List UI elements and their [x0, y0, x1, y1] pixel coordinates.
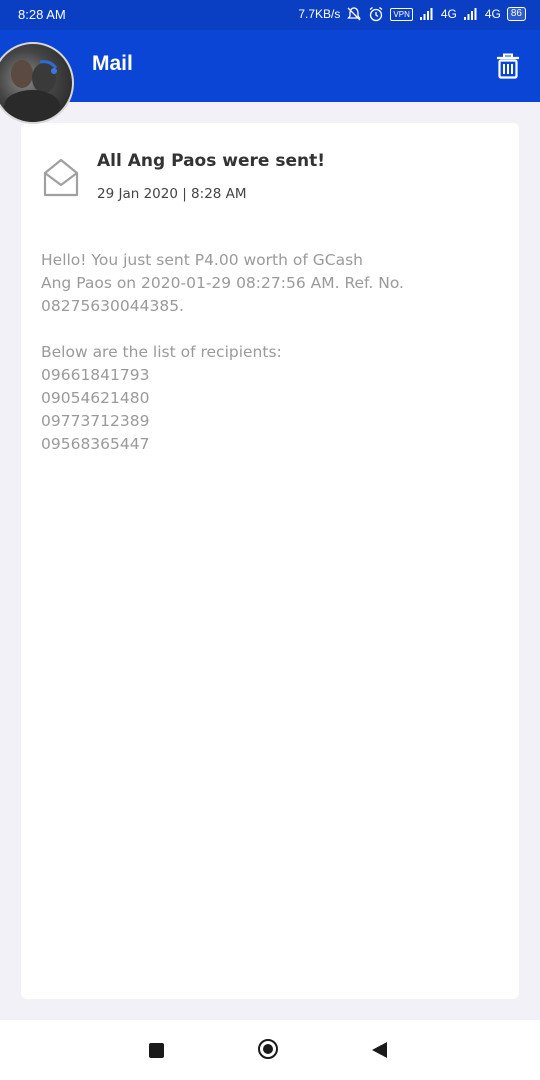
alarm-icon	[369, 6, 383, 22]
avatar[interactable]	[0, 42, 74, 124]
status-bar: 8:28 AM 7.7KB/s VPN 4G 4G 86	[0, 0, 540, 30]
mail-body: Hello! You just sent P4.00 worth of GCas…	[41, 249, 501, 456]
avatar-photo	[4, 60, 60, 122]
app-bar: Mail	[0, 30, 540, 102]
home-icon[interactable]	[258, 1039, 278, 1059]
vpn-badge: VPN	[390, 7, 413, 21]
mute-icon	[347, 7, 362, 21]
page-title: Mail	[92, 52, 133, 75]
mail-body-line: Ang Paos on 2020-01-29 08:27:56 AM. Ref.…	[41, 274, 404, 292]
network-speed: 7.7KB/s	[298, 7, 341, 21]
system-nav-bar	[0, 1020, 540, 1080]
trash-icon[interactable]	[494, 52, 522, 80]
signal-icon	[419, 8, 433, 20]
envelope-open-icon	[43, 158, 79, 197]
status-time: 8:28 AM	[18, 7, 66, 22]
back-icon[interactable]	[372, 1042, 387, 1058]
status-indicators: 7.7KB/s VPN 4G 4G 86	[298, 6, 526, 22]
recipient-number: 09568365447	[41, 435, 150, 453]
mail-card: All Ang Paos were sent! 29 Jan 2020 | 8:…	[21, 123, 519, 999]
mail-subject: All Ang Paos were sent!	[97, 151, 325, 171]
recipient-number: 09054621480	[41, 389, 150, 407]
recipient-number: 09773712389	[41, 412, 150, 430]
network-type-1: 4G	[440, 7, 457, 21]
battery-level: 86	[506, 7, 526, 21]
mail-body-line: 08275630044385.	[41, 297, 184, 315]
recipient-number: 09661841793	[41, 366, 150, 384]
mail-body-line: Hello! You just sent P4.00 worth of GCas…	[41, 251, 363, 269]
mail-date: 29 Jan 2020 | 8:28 AM	[97, 186, 247, 202]
network-type-2: 4G	[484, 7, 501, 21]
recipients-heading: Below are the list of recipients:	[41, 343, 282, 361]
signal-icon	[463, 8, 477, 20]
recent-apps-icon[interactable]	[149, 1043, 164, 1058]
